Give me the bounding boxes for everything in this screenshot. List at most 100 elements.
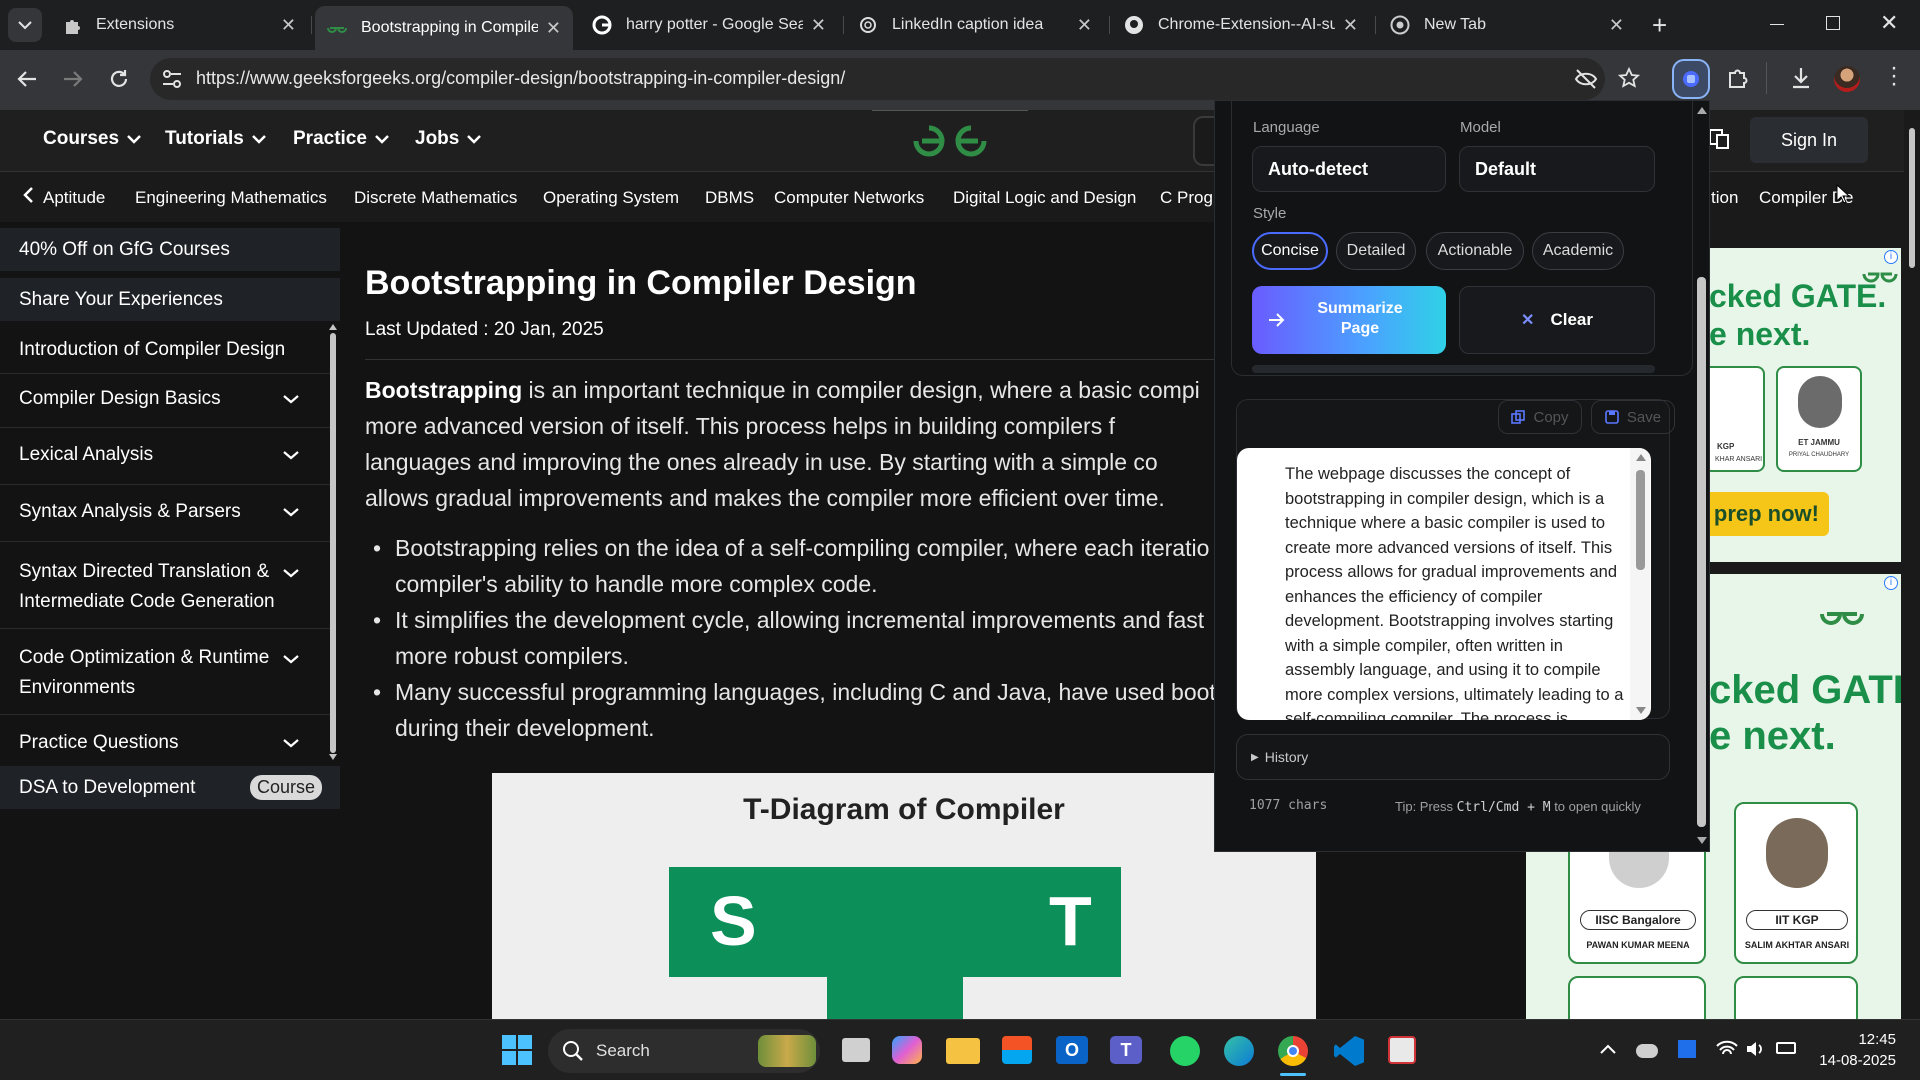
security-icon[interactable] — [1678, 1040, 1696, 1058]
copilot-icon[interactable] — [892, 1036, 922, 1064]
subnav-c-programming[interactable]: C Progr — [1160, 188, 1219, 208]
close-icon[interactable]: ✕ — [546, 18, 561, 39]
outlook-icon[interactable]: O — [1056, 1036, 1088, 1064]
volume-icon[interactable] — [1746, 1040, 1766, 1058]
style-chip-actionable[interactable]: Actionable — [1426, 232, 1524, 270]
tab-new-tab[interactable]: New Tab ✕ — [1378, 6, 1636, 44]
new-tab-plus-icon[interactable]: + — [1652, 10, 1667, 41]
summary-line: development. Bootstrapping involves star… — [1285, 612, 1614, 630]
style-chip-concise[interactable]: Concise — [1252, 232, 1328, 270]
clock-time[interactable]: 12:45 — [1820, 1031, 1896, 1048]
panel-scrollbar[interactable] — [1693, 101, 1709, 851]
sidebar-item-code-optimization[interactable]: Code Optimization & Runtime Environments — [0, 635, 340, 711]
nav-courses[interactable]: Courses — [43, 128, 141, 150]
subnav-dbms[interactable]: DBMS — [705, 188, 754, 208]
window-close-icon[interactable]: ✕ — [1880, 10, 1898, 36]
tab-github[interactable]: Chrome-Extension--AI-sum ✕ — [1112, 6, 1370, 44]
tab-google-search[interactable]: harry potter - Google Sear ✕ — [580, 6, 838, 44]
whatsapp-icon[interactable] — [1170, 1036, 1200, 1066]
wifi-icon[interactable] — [1716, 1040, 1738, 1058]
gfg-logo-icon[interactable] — [912, 122, 988, 160]
file-explorer-icon[interactable] — [946, 1038, 980, 1064]
edge-icon[interactable] — [1224, 1036, 1254, 1066]
subnav-computer-networks[interactable]: Computer Networks — [774, 188, 924, 208]
summary-text-box[interactable]: The webpage discusses the concept of boot… — [1237, 448, 1651, 720]
page-scrollbar[interactable] — [1904, 110, 1920, 1019]
style-chip-detailed[interactable]: Detailed — [1336, 232, 1416, 270]
download-icon[interactable] — [1790, 66, 1812, 90]
sidebar-scrollbar[interactable] — [330, 333, 336, 753]
subnav-aptitude[interactable]: Aptitude — [43, 188, 105, 208]
copy-button[interactable]: Copy — [1498, 400, 1582, 434]
ad-cta-button[interactable]: prep now! — [1709, 492, 1829, 536]
restore-icon[interactable] — [1826, 16, 1840, 30]
sidebar-item-introduction[interactable]: Introduction of Compiler Design — [0, 328, 340, 371]
back-arrow-icon[interactable] — [16, 68, 38, 90]
history-toggle[interactable]: ▶ History — [1236, 734, 1670, 780]
sidebar-share[interactable]: Share Your Experiences — [0, 278, 340, 321]
tab-linkedin-caption[interactable]: LinkedIn caption idea ✕ — [846, 6, 1104, 44]
tab-search-button[interactable] — [8, 8, 42, 42]
translate-icon[interactable] — [1708, 128, 1730, 150]
clock-date[interactable]: 14-08-2025 — [1806, 1052, 1896, 1069]
sidebar-promo[interactable]: 40% Off on GfG Courses — [0, 228, 340, 271]
subnav-digital-logic[interactable]: Digital Logic and Design — [953, 188, 1136, 208]
sidebar-item-lexical[interactable]: Lexical Analysis — [0, 432, 340, 477]
extensions-puzzle-icon[interactable] — [1726, 66, 1750, 90]
close-icon[interactable]: ✕ — [281, 15, 296, 36]
tab-extensions[interactable]: Extensions ✕ — [50, 6, 308, 44]
close-icon[interactable]: ✕ — [1343, 15, 1358, 36]
language-select[interactable]: Auto-detect — [1252, 146, 1446, 192]
sidebar-item-practice[interactable]: Practice Questions — [0, 720, 340, 765]
subnav-operating-system[interactable]: Operating System — [543, 188, 679, 208]
onedrive-icon[interactable] — [1636, 1044, 1658, 1058]
subnav-discrete-math[interactable]: Discrete Mathematics — [354, 188, 517, 208]
scroll-up-icon[interactable] — [329, 324, 337, 330]
sidebar-item-basics[interactable]: Compiler Design Basics — [0, 376, 340, 421]
url-text[interactable]: https://www.geeksforgeeks.org/compiler-d… — [196, 68, 845, 89]
style-chip-academic[interactable]: Academic — [1532, 232, 1624, 270]
clear-button[interactable]: ✕ Clear — [1459, 286, 1655, 354]
summary-scrollbar[interactable] — [1630, 448, 1650, 720]
profile-avatar[interactable] — [1834, 66, 1860, 92]
eye-slash-icon[interactable] — [1574, 68, 1598, 90]
site-info-icon[interactable] — [162, 70, 182, 88]
bookmark-star-icon[interactable] — [1618, 67, 1640, 89]
close-icon[interactable]: ✕ — [1077, 15, 1092, 36]
tab-bootstrapping[interactable]: Bootstrapping in Compiler ✕ — [315, 6, 573, 50]
ad-info-icon[interactable]: i — [1884, 250, 1898, 264]
store-icon[interactable] — [1002, 1036, 1032, 1064]
chevron-left-icon[interactable] — [22, 186, 34, 204]
sign-in-button[interactable]: Sign In — [1750, 117, 1868, 163]
teams-icon[interactable]: T — [1110, 1036, 1142, 1064]
forward-arrow-icon[interactable] — [62, 68, 84, 90]
close-icon[interactable]: ✕ — [811, 15, 826, 36]
save-button[interactable]: Save — [1591, 400, 1675, 434]
summarize-page-button[interactable]: Summarize Page — [1252, 286, 1446, 354]
battery-icon[interactable] — [1776, 1042, 1796, 1054]
reload-icon[interactable] — [107, 67, 131, 91]
subnav-engineering-math[interactable]: Engineering Mathematics — [135, 188, 327, 208]
nav-practice[interactable]: Practice — [293, 128, 389, 150]
model-select[interactable]: Default — [1459, 146, 1655, 192]
snipping-tool-icon[interactable] — [1388, 1036, 1416, 1064]
scroll-down-icon[interactable] — [329, 754, 337, 760]
minimize-icon[interactable] — [1770, 24, 1784, 25]
ad-info-icon[interactable]: i — [1884, 576, 1898, 590]
taskbar-search[interactable]: Search — [548, 1029, 820, 1073]
sidebar-item-sdt[interactable]: Syntax Directed Translation & Intermediat… — [0, 549, 340, 625]
windows-start-icon[interactable] — [502, 1035, 532, 1065]
ad-banner-top[interactable]: cked GATE. e next. KHAR ANSARI KGP ET JAM… — [1709, 248, 1901, 562]
nav-jobs[interactable]: Jobs — [415, 128, 482, 150]
nav-tutorials[interactable]: Tutorials — [165, 128, 266, 150]
more-menu-icon[interactable]: · · · — [1890, 56, 1898, 96]
sidebar-dsa[interactable]: DSA to Development Course — [0, 766, 340, 809]
close-icon[interactable]: ✕ — [1609, 15, 1624, 36]
sidebar-item-syntax-analysis[interactable]: Syntax Analysis & Parsers — [0, 489, 340, 534]
task-view-icon[interactable] — [842, 1038, 870, 1062]
extension-active-button[interactable] — [1672, 59, 1710, 99]
chrome-taskbar-icon[interactable] — [1278, 1036, 1308, 1066]
chevron-up-icon[interactable] — [1600, 1044, 1616, 1054]
shortcut-tip: Tip: Press Ctrl/Cmd + M to open quickly — [1395, 799, 1641, 815]
subnav-partial-item[interactable]: tion — [1711, 188, 1738, 208]
